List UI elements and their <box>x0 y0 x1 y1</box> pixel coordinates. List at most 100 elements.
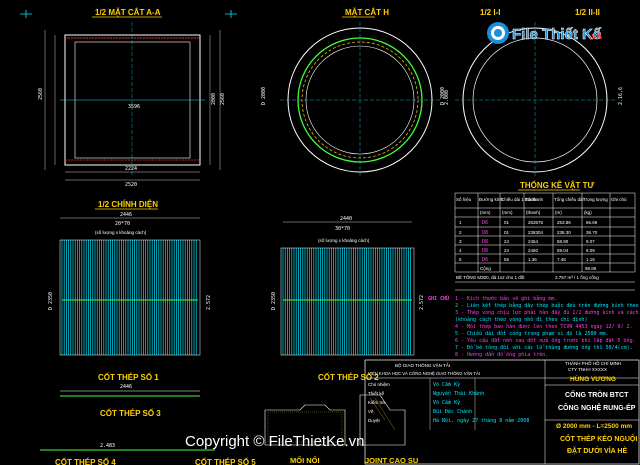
title-rebar5: CỐT THÉP SỐ 5 <box>195 457 256 465</box>
tb-firm1: BỘ GIAO THÔNG VẬN TẢI <box>395 362 450 368</box>
table-cell: 238304 <box>528 230 544 235</box>
table-cell: D6 <box>482 220 488 226</box>
table-header: Ghi chú <box>611 197 627 202</box>
table-unit: (thanh) <box>526 210 541 215</box>
notes-block: GHI CHÚ 1 - Kích thước bản vẽ ghi bằng m… <box>428 295 640 358</box>
table-cell: 2454 <box>528 239 539 244</box>
table-cell: 9.09 <box>586 248 595 253</box>
svg-text:2.16,6: 2.16,6 <box>618 87 624 105</box>
table-concrete-label: BÊ TÔNG M300, đá 1x2 cho 1 đốt <box>456 273 525 280</box>
table-title: THỐNG KÊ VẬT TƯ <box>520 180 595 190</box>
dim-aa-total: 2520 <box>125 182 137 188</box>
title-elevation: 1/2 CHÍNH DIỆN <box>98 200 158 209</box>
note-line: 2 - Liên kết thép bằng dây thép buộc đều… <box>455 302 640 309</box>
table-cell: 2460 <box>528 248 539 253</box>
tb-client2: CTY TNHH XXXXX <box>568 367 607 372</box>
dim-r2-top2: 30*70 <box>335 226 350 232</box>
watermark-domain: .vn <box>589 31 602 41</box>
table-cell: 1 <box>459 220 462 225</box>
dim-aa-right2: 2560 <box>220 93 226 105</box>
table-cell: D8 <box>482 239 488 245</box>
table-cell: 5 <box>459 257 462 262</box>
tb-sheet1: CỐNG TRÒN BTCT <box>565 389 629 399</box>
table-header: Số thanh <box>525 197 544 202</box>
table-cell: 1.36 <box>528 257 537 262</box>
note-line: 4 - Mối thép bao hàn được lên theo TCVN … <box>455 323 633 330</box>
tb-role: Chủ nhiệm <box>368 381 390 387</box>
table-cell: 1.16 <box>586 257 595 262</box>
table-header: Trọng lượng <box>583 197 608 202</box>
rebar-hatch-1 <box>59 239 201 356</box>
drawing-svg: 1/2 MẶT CẮT A-A 3596 2224 2520 2560 2000… <box>20 8 640 465</box>
table-cell: D6 <box>482 257 488 263</box>
tb-dia: Ø 2000 mm - L=2500 mm <box>556 423 632 430</box>
table-unit: (mm) <box>480 210 491 215</box>
table-cell: 253575 <box>528 220 544 225</box>
dim-aa-bottom: 3596 <box>128 104 140 110</box>
title-sec-aa: 1/2 MẶT CẮT A-A <box>95 8 161 17</box>
dim-el-top: 2446 <box>120 212 132 218</box>
rebar-2: 2440 30*70 (số lượng x khoảng cách) D 23… <box>271 216 425 382</box>
dim-r2-note: (số lượng x khoảng cách) <box>318 238 370 243</box>
dim-aa-bottom2: 2224 <box>125 166 137 172</box>
table-concrete: 2.757 m³ / 1 ống cống <box>555 275 599 280</box>
svg-text:D 2000: D 2000 <box>261 87 267 105</box>
dim-r2-top: 2440 <box>340 216 352 222</box>
tb-name: Hà Nội, ngày 27 tháng 8 năm 2008 <box>433 417 529 424</box>
title-rebar3: CỐT THÉP SỐ 3 <box>100 408 161 418</box>
table-cell: 01 <box>504 220 510 225</box>
rebar-hatch-2 <box>280 247 415 356</box>
tb-name: Võ Cẩm Kỳ <box>433 381 460 388</box>
tb-role: Thiết kế <box>368 391 385 396</box>
materials-table: THỐNG KÊ VẬT TƯ Số hiệu Đường kínhChiều d… <box>454 180 636 291</box>
table-header: Đường kính <box>479 197 503 202</box>
note-line: (khoảng cách theo vòng nhỏ đi theo chỉ đ… <box>455 316 587 323</box>
table-cell: 7.48 <box>557 257 566 262</box>
tb-sheet2: CÔNG NGHỆ RUNG-ÉP <box>558 403 636 412</box>
dim-el-note: (số lượng x khoảng cách) <box>95 230 147 235</box>
table-cell: 9.07 <box>586 239 595 244</box>
title-sec-h: MẶT CẮT H <box>345 8 389 17</box>
note-line: 3 - Thép vòng chịu lực phải hàn đầy đủ 1… <box>455 309 639 316</box>
tb-name: Nguyễn Thái Khánh <box>433 390 484 397</box>
table-cell: 36.70 <box>586 230 598 235</box>
tb-name: Bùi Đức Chánh <box>433 408 472 415</box>
table-unit: (kg) <box>584 210 592 215</box>
title-sec-iii: 1/2 II-II <box>575 8 600 17</box>
dim-aa-right: 2000 <box>211 93 217 105</box>
table-cell: 66.69 <box>586 220 598 225</box>
table-cell: 253.86 <box>557 220 571 225</box>
tb-desc2: ĐẶT DƯỚI VỈA HÈ <box>567 446 627 455</box>
table-cell: 01 <box>504 230 510 235</box>
dim-r2-right: 2.572 <box>419 295 425 310</box>
note-line: 7 - Đổ bê tông đối với các lỗ thủng đườn… <box>455 344 633 351</box>
tb-roles: Chủ nhiệm Võ Cẩm Kỳ Thiết kế Nguyễn Thái Kh… <box>368 381 529 424</box>
title-joint2: JOINT CAO SU <box>365 456 418 465</box>
notes-title: GHI CHÚ <box>428 295 449 302</box>
table-grid: Số hiệu Đường kínhChiều dài 1 thanhSố tha… <box>454 192 636 291</box>
table-cell: 24 <box>504 248 510 253</box>
table-total-label: Cộng <box>480 266 491 271</box>
tb-role: Duyệt <box>368 418 381 423</box>
dim-el-top2: 20*70 <box>115 221 130 227</box>
note-line: 5 - Chiều dài đốt cống trong phạm vi đó … <box>455 330 609 337</box>
tb-role: Vẽ <box>368 409 374 414</box>
note-line: 8 - Hướng dẫn đổ ống phía trên. <box>455 351 548 358</box>
watermark-footer: Copyright © FileThietKe.vn <box>185 433 364 450</box>
tb-name: Võ Cẩm Kỳ <box>433 399 460 406</box>
tb-firm2: VIỆN KHOA HỌC VÀ CÔNG NGHỆ GIAO THÔNG VẬ… <box>368 371 480 376</box>
section-h: MẶT CẮT H D 2000 D 2000 <box>261 8 446 178</box>
note-line: 1 - Kích thước bản vẽ ghi bằng mm. <box>455 295 557 302</box>
note-line: 6 - Yêu cầu đất nền sau đốt nửa ống trướ… <box>455 337 636 344</box>
dim-r3-b: 2.483 <box>100 443 115 449</box>
table-cell: 238.30 <box>557 230 571 235</box>
table-cell: 55 <box>504 257 510 262</box>
dim-el-right: 2.572 <box>206 295 212 310</box>
table-unit: (m) <box>555 210 562 215</box>
cad-drawing-sheet: 1/2 MẶT CẮT A-A 3596 2224 2520 2560 2000… <box>0 0 640 465</box>
rebar-3: 2446 CỐT THÉP SỐ 3 2.483 CỐT THÉP SỐ 4 C… <box>40 384 256 465</box>
table-cell: D8 <box>482 248 488 254</box>
table-cell: D8 <box>482 230 488 236</box>
tb-role: Kiểm tra <box>368 399 385 405</box>
table-cell: 3 <box>459 239 462 244</box>
